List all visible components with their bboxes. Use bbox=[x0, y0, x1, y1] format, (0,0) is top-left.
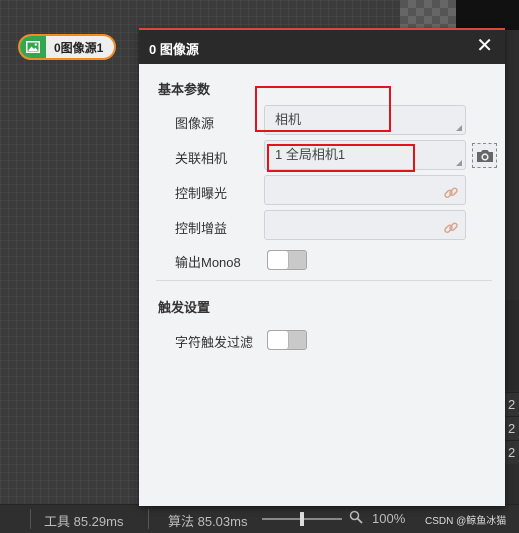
algo-time: 算法 85.03ms bbox=[168, 514, 248, 529]
image-source-node[interactable]: 0图像源1 bbox=[18, 34, 116, 60]
section-trigger-settings: 触发设置 bbox=[158, 300, 211, 315]
toggle-knob bbox=[268, 251, 289, 269]
zoom-level: 100% bbox=[372, 511, 406, 526]
toggle-knob bbox=[268, 331, 289, 349]
right-row: 2 bbox=[505, 440, 519, 464]
char-trigger-filter-label: 字符触发过滤 bbox=[175, 335, 254, 350]
section-divider bbox=[156, 280, 492, 281]
camera-icon[interactable] bbox=[472, 143, 497, 168]
gain-control-label: 控制增益 bbox=[175, 221, 228, 236]
node-label: 0图像源1 bbox=[54, 40, 104, 55]
section-basic-params: 基本参数 bbox=[158, 82, 211, 97]
exposure-control-label: 控制曝光 bbox=[175, 186, 228, 201]
dropdown-corner-icon bbox=[456, 125, 462, 131]
link-icon[interactable] bbox=[443, 183, 459, 211]
image-preview-dark bbox=[456, 0, 519, 30]
status-separator bbox=[148, 509, 149, 529]
dialog-header: 0 图像源 ✕ bbox=[139, 30, 505, 64]
watermark: CSDN @鲸鱼冰猫 bbox=[425, 516, 507, 527]
right-row: 2 bbox=[505, 392, 519, 416]
dialog-title: 0 图像源 bbox=[149, 42, 199, 57]
image-source-dialog: 0 图像源 ✕ 基本参数 图像源 相机 关联相机 1 全局相机1 控制曝光 控制… bbox=[139, 28, 505, 506]
gain-control-field[interactable] bbox=[264, 210, 466, 240]
exposure-control-field[interactable] bbox=[264, 175, 466, 205]
highlight-box-image-source bbox=[255, 86, 391, 132]
char-trigger-filter-toggle[interactable] bbox=[267, 330, 307, 350]
output-mono8-toggle[interactable] bbox=[267, 250, 307, 270]
link-icon[interactable] bbox=[443, 218, 459, 246]
zoom-icon[interactable] bbox=[349, 510, 363, 527]
right-panel-middle bbox=[505, 300, 519, 390]
highlight-box-linked-camera bbox=[267, 144, 415, 172]
image-icon bbox=[20, 36, 46, 58]
status-separator bbox=[30, 509, 31, 529]
linked-camera-label: 关联相机 bbox=[175, 151, 228, 166]
right-row: 2 bbox=[505, 416, 519, 440]
image-source-label: 图像源 bbox=[175, 116, 215, 131]
zoom-slider-thumb[interactable] bbox=[300, 512, 304, 526]
dropdown-corner-icon bbox=[456, 160, 462, 166]
output-mono8-label: 输出Mono8 bbox=[175, 255, 241, 270]
close-icon[interactable]: ✕ bbox=[476, 35, 493, 57]
tool-time: 工具 85.29ms bbox=[44, 514, 124, 529]
right-panel-rows: 2 2 2 bbox=[505, 392, 519, 464]
